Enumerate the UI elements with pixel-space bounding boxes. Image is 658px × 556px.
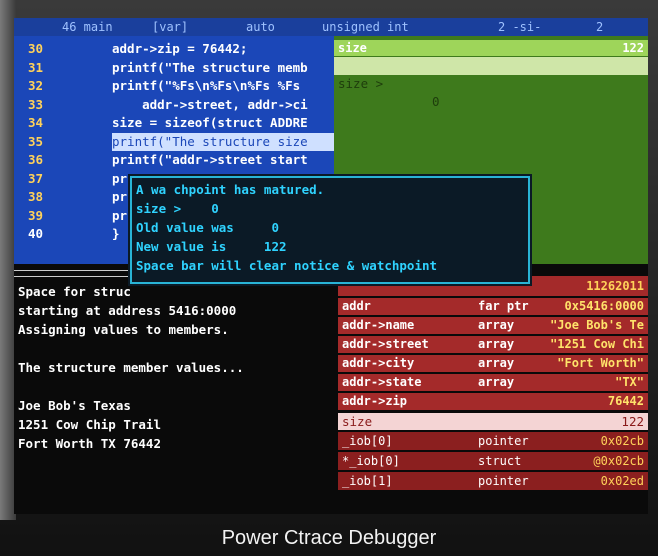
- output-line: Fort Worth TX 76442: [18, 436, 161, 451]
- caption: Power Ctrace Debugger: [221, 527, 437, 549]
- memory-row[interactable]: addr->street array "1251 Cow Chi: [338, 336, 648, 353]
- memory-size-row[interactable]: size 122: [338, 413, 648, 430]
- output-pane[interactable]: Space for struc starting at address 5416…: [14, 264, 326, 514]
- notice-line: size > 0: [136, 201, 219, 216]
- source-line[interactable]: 33 addr->street, addr->ci: [14, 96, 334, 115]
- output-line: The structure member values...: [18, 360, 244, 375]
- output-line: Assigning values to members.: [18, 322, 229, 337]
- notice-title: A wa chpoint has matured.: [136, 182, 325, 197]
- memory-pane[interactable]: 11262011 addr far ptr 0x5416:0000 addr->na…: [326, 264, 648, 514]
- output-line: Space for struc: [18, 284, 131, 299]
- notice-line: New value is 122: [136, 239, 287, 254]
- watch-row-value: 0: [432, 94, 440, 109]
- memory-header-value: 11262011: [586, 279, 644, 293]
- notice-line: Old value was 0: [136, 220, 279, 235]
- watch-header[interactable]: size 122: [334, 40, 648, 56]
- watch-header-name: size: [338, 41, 367, 55]
- notice-hint: Space bar will clear notice & watchpoint: [136, 258, 438, 273]
- memory-row[interactable]: addr->city array "Fort Worth": [338, 355, 648, 372]
- watchpoint-notice-popup[interactable]: A wa chpoint has matured. size > 0 Old v…: [130, 176, 530, 284]
- memory-row[interactable]: addr->name array "Joe Bob's Te: [338, 317, 648, 334]
- output-line: starting at address 5416:0000: [18, 303, 237, 318]
- status-display: auto: [246, 20, 275, 34]
- source-line-highlighted[interactable]: 35 printf("The structure size: [14, 132, 334, 151]
- status-mode: [var]: [152, 20, 189, 34]
- source-line[interactable]: 32 printf("%Fs\n%Fs\n%Fs %Fs: [14, 77, 334, 96]
- memory-row[interactable]: addr->state array "TX": [338, 374, 648, 391]
- output-line: 1251 Cow Chip Trail: [18, 417, 161, 432]
- watch-row[interactable]: size > 0: [334, 57, 648, 109]
- source-line[interactable]: 34 size = sizeof(struct ADDRE: [14, 114, 334, 133]
- source-line[interactable]: 36 printf("addr->street start: [14, 151, 334, 170]
- memory-row[interactable]: addr far ptr 0x5416:0000: [338, 298, 648, 315]
- watch-header-value: 122: [622, 41, 644, 55]
- source-line[interactable]: 30 addr->zip = 76442;: [14, 40, 334, 59]
- status-value: 2: [596, 20, 604, 34]
- monitor: 46 main [var] auto unsigned int 2 -si- 2…: [0, 0, 658, 556]
- memory-iob-row[interactable]: *_iob[0] struct @0x02cb: [338, 452, 648, 470]
- memory-iob-row[interactable]: _iob[1] pointer 0x02ed: [338, 472, 648, 490]
- source-line[interactable]: 31 printf("The structure memb: [14, 59, 334, 78]
- memory-row[interactable]: addr->zip 76442: [338, 393, 648, 410]
- debugger-screen: 46 main [var] auto unsigned int 2 -si- 2…: [14, 18, 648, 514]
- memory-iob-row[interactable]: _iob[0] pointer 0x02cb: [338, 432, 648, 450]
- output-line: Joe Bob's Texas: [18, 398, 131, 413]
- status-format: 2 -si-: [498, 20, 542, 34]
- status-bar: 46 main [var] auto unsigned int 2 -si- 2: [14, 18, 648, 36]
- status-line: 46 main: [62, 20, 113, 34]
- watch-row-name: size >: [338, 76, 384, 91]
- status-type: unsigned int: [322, 20, 409, 34]
